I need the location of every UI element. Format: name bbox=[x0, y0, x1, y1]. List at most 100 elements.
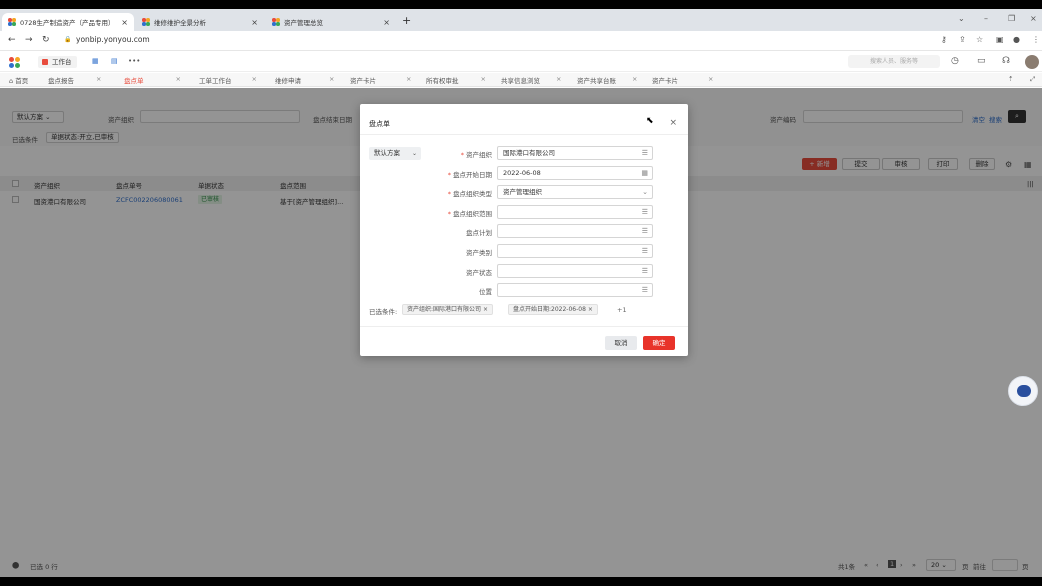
close-icon[interactable]: × bbox=[251, 18, 258, 27]
field-label: 盘点计划 bbox=[466, 229, 492, 237]
field-org-type: * 盘点组织类型 资产管理组织 ⌄ bbox=[360, 185, 688, 199]
reload-icon[interactable]: ↻ bbox=[42, 35, 50, 45]
avatar[interactable] bbox=[1025, 55, 1039, 69]
tab-asset-card[interactable]: 资产卡片 × bbox=[350, 75, 411, 85]
field-asset-org: * 资产组织 国际港口有限公司 ☰ bbox=[360, 146, 688, 160]
star-icon[interactable]: ☆ bbox=[976, 35, 983, 44]
asset-status-input[interactable]: ☰ bbox=[497, 264, 653, 278]
list-icon[interactable]: ☰ bbox=[642, 245, 648, 257]
ok-button[interactable]: 确定 bbox=[643, 336, 675, 350]
org-type-select[interactable]: 资产管理组织 ⌄ bbox=[497, 185, 653, 199]
field-org-scope: * 盘点组织范围 ☰ bbox=[360, 205, 688, 219]
tab-inventory-sheet[interactable]: 盘点单 × bbox=[124, 75, 181, 85]
list-icon[interactable]: ☰ bbox=[642, 284, 648, 296]
browser-tab-3[interactable]: 资产管理总览 × bbox=[266, 13, 396, 31]
yonyou-logo-icon bbox=[142, 18, 150, 26]
close-icon[interactable]: × bbox=[121, 18, 128, 27]
yonyou-logo-icon[interactable] bbox=[9, 57, 20, 68]
list-icon[interactable]: ☰ bbox=[642, 206, 648, 218]
close-window-icon[interactable]: × bbox=[1030, 14, 1037, 23]
headset-icon[interactable]: ☊ bbox=[1002, 56, 1010, 66]
assistant-robot-icon[interactable] bbox=[1008, 376, 1038, 406]
field-label: 位置 bbox=[479, 288, 492, 296]
search-input[interactable]: 搜索人员、服务等 bbox=[848, 55, 940, 68]
back-icon[interactable]: ← bbox=[8, 35, 16, 45]
sidebar-icon[interactable]: ▣ bbox=[996, 35, 1004, 44]
more-icon[interactable]: ••• bbox=[128, 57, 140, 65]
close-icon[interactable]: × bbox=[669, 118, 677, 128]
location-input[interactable]: ☰ bbox=[497, 283, 653, 297]
condition-chip[interactable]: 资产组织:国际港口有限公司 × bbox=[402, 304, 493, 315]
upload-icon[interactable]: ⇡ bbox=[1008, 75, 1013, 83]
browser-tab-1[interactable]: 0728生产制造资产（产品专用） × bbox=[2, 13, 134, 31]
lock-icon: 🔒 bbox=[64, 36, 72, 43]
browser-tab-2[interactable]: 维修维护全景分析 × bbox=[136, 13, 264, 31]
screen: 0728生产制造资产（产品专用） × 维修维护全景分析 × 资产管理总览 × +… bbox=[0, 9, 1042, 577]
app-tab-bar: ⌂ 首页 盘点报告 × 盘点单 × 工单工作台 × 维修申请 × 资产卡片 × 所有权审批… bbox=[0, 73, 1042, 87]
close-icon[interactable]: × bbox=[481, 75, 486, 83]
calendar-icon[interactable]: ▦ bbox=[641, 167, 648, 179]
org-scope-input[interactable]: ☰ bbox=[497, 205, 653, 219]
tab-asset-shared-ledger[interactable]: 资产共享台账 × bbox=[577, 75, 637, 85]
tab-shared-info[interactable]: 共享信息浏览 × bbox=[501, 75, 561, 85]
tab-inventory-report[interactable]: 盘点报告 × bbox=[48, 75, 101, 85]
asset-category-input[interactable]: ☰ bbox=[497, 244, 653, 258]
close-icon[interactable]: × bbox=[632, 75, 637, 83]
tab-home[interactable]: ⌂ 首页 bbox=[9, 75, 28, 85]
close-icon[interactable]: × bbox=[406, 75, 411, 83]
field-label: * 盘点开始日期 bbox=[447, 171, 492, 179]
restore-icon[interactable]: ❐ bbox=[1008, 14, 1015, 23]
close-icon[interactable]: × bbox=[708, 75, 713, 83]
tab-asset-card-2[interactable]: 资产卡片 × bbox=[652, 75, 713, 85]
field-label: 资产状态 bbox=[466, 269, 492, 277]
selected-conditions: 已选条件: 资产组织:国际港口有限公司 × 盘点开始日期:2022-06-08 … bbox=[369, 304, 679, 316]
clock-icon[interactable]: ◷ bbox=[951, 56, 959, 66]
message-icon[interactable]: ▭ bbox=[977, 56, 986, 66]
forward-icon[interactable]: → bbox=[25, 35, 33, 45]
tab-ownership[interactable]: 所有权审批 × bbox=[426, 75, 486, 85]
share-icon[interactable]: ⇪ bbox=[959, 35, 966, 44]
list-icon[interactable]: ☰ bbox=[642, 225, 648, 237]
plan-input[interactable]: ☰ bbox=[497, 224, 653, 238]
address-bar: ← → ↻ 🔒 yonbip.yonyou.com ⚷ ⇪ ☆ ▣ ● ⋮ bbox=[0, 31, 1042, 51]
list-icon[interactable]: ☰ bbox=[642, 147, 648, 159]
field-plan: 盘点计划 ☰ bbox=[360, 224, 688, 238]
conditions-label: 已选条件: bbox=[369, 308, 398, 316]
condition-chip[interactable]: 盘点开始日期:2022-06-08 × bbox=[508, 304, 598, 315]
grid-icon[interactable]: ▦ bbox=[92, 57, 99, 65]
workbench-button[interactable]: 工作台 bbox=[38, 56, 77, 68]
field-label: * 盘点组织范围 bbox=[447, 210, 492, 218]
inventory-sheet-dialog: 盘点单 × 默认方案 ⌄ * 资产组织 国际港口有限公司 ☰ * 盘点开始日期 202… bbox=[360, 104, 688, 356]
divider bbox=[360, 326, 688, 327]
yonyou-logo-icon bbox=[8, 18, 16, 26]
field-start-date: * 盘点开始日期 2022-06-08 ▦ bbox=[360, 166, 688, 180]
browser-tab-title: 维修维护全景分析 bbox=[154, 19, 206, 27]
close-icon[interactable]: × bbox=[96, 75, 101, 83]
close-icon[interactable]: × bbox=[329, 75, 334, 83]
tab-repair-request[interactable]: 维修申请 × bbox=[275, 75, 334, 85]
field-label: 资产类别 bbox=[466, 249, 492, 257]
close-icon[interactable]: × bbox=[383, 18, 390, 27]
url-text[interactable]: yonbip.yonyou.com bbox=[76, 35, 150, 44]
profile-icon[interactable]: ● bbox=[1013, 35, 1020, 44]
list-icon[interactable]: ☰ bbox=[642, 265, 648, 277]
dialog-title: 盘点单 bbox=[369, 120, 390, 128]
more-conditions[interactable]: +1 bbox=[617, 306, 627, 314]
minimize-icon[interactable]: – bbox=[984, 14, 988, 23]
key-icon[interactable]: ⚷ bbox=[941, 35, 947, 44]
doc-icon[interactable]: ▤ bbox=[111, 57, 118, 65]
expand-icon[interactable]: ⤢ bbox=[1030, 75, 1035, 84]
menu-icon[interactable]: ⋮ bbox=[1032, 35, 1040, 44]
chevron-down-icon: ⌄ bbox=[642, 188, 648, 196]
close-icon[interactable]: × bbox=[483, 306, 488, 313]
close-icon[interactable]: × bbox=[588, 306, 593, 313]
close-icon[interactable]: × bbox=[252, 75, 257, 83]
new-tab-icon[interactable]: + bbox=[402, 14, 411, 27]
start-date-input[interactable]: 2022-06-08 ▦ bbox=[497, 166, 653, 180]
tab-work-order[interactable]: 工单工作台 × bbox=[199, 75, 257, 85]
cancel-button[interactable]: 取消 bbox=[605, 336, 637, 350]
chevron-down-icon[interactable]: ⌄ bbox=[958, 14, 965, 23]
close-icon[interactable]: × bbox=[556, 75, 561, 83]
close-icon[interactable]: × bbox=[176, 75, 181, 83]
asset-org-input[interactable]: 国际港口有限公司 ☰ bbox=[497, 146, 653, 160]
